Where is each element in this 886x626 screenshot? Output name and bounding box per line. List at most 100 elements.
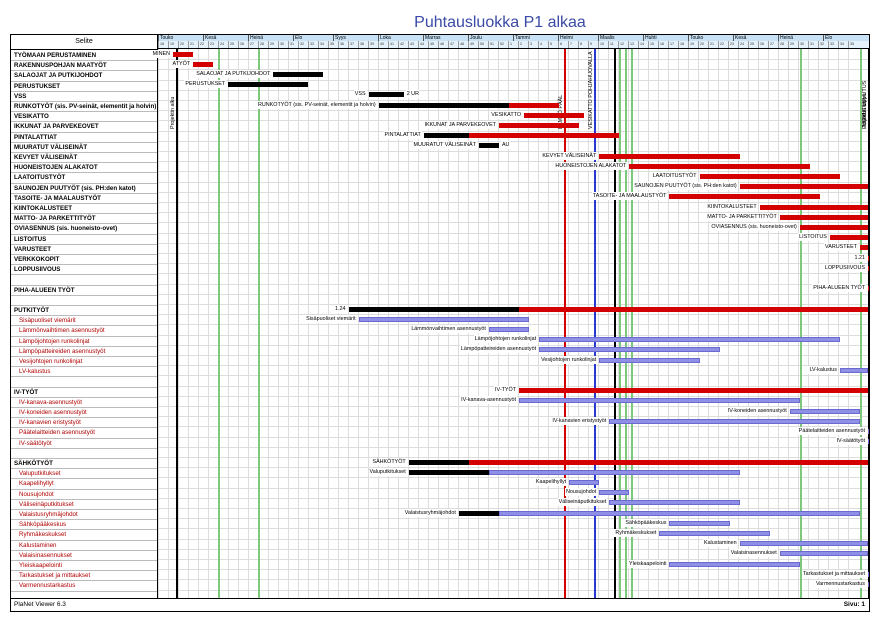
week-tick: 34 bbox=[318, 41, 328, 48]
week-tick: 24 bbox=[738, 41, 748, 48]
task-list: TYÖMAAN PERUSTAMINEN RAKENNUSPOHJAN MAATY… bbox=[11, 50, 158, 599]
task-bar bbox=[478, 143, 499, 149]
milestone-label: Projektin alku bbox=[170, 96, 177, 129]
task-bar bbox=[868, 255, 869, 261]
green-marker-line bbox=[799, 49, 802, 599]
week-tick: 10 bbox=[598, 41, 608, 48]
row-divider bbox=[158, 497, 869, 499]
task-bar bbox=[609, 418, 860, 424]
task-label: Valaisinasennukset bbox=[19, 551, 72, 559]
week-tick: 48 bbox=[458, 41, 468, 48]
task-label: IV-koneiden asennustyöt bbox=[19, 409, 87, 416]
task-label: MUURATUT VÄLISEINÄT bbox=[14, 143, 88, 151]
task-label: OVIASENNUS (sis. huoneisto-ovet) bbox=[14, 225, 118, 233]
task-label: VARUSTEET bbox=[14, 245, 52, 253]
task-label: VERKKOKOPIT bbox=[14, 256, 60, 263]
task-bar bbox=[739, 541, 868, 547]
week-tick: 9 bbox=[588, 41, 598, 48]
task-bar-label: Väliseinäputkitukset bbox=[557, 498, 608, 507]
task-bar-label: MUURATUT VÄLISEINÄT bbox=[412, 141, 477, 150]
row-divider bbox=[158, 518, 869, 520]
task-label: Väliseinäputkitukset bbox=[19, 500, 74, 508]
task-bar-label: IV-TYÖT bbox=[494, 386, 518, 395]
row-divider bbox=[158, 355, 869, 356]
task-bar bbox=[228, 82, 309, 88]
row-divider bbox=[158, 253, 869, 254]
task-label: LOPPUSIIVOUS bbox=[14, 266, 61, 274]
task-bar-label: LISTOITUS bbox=[798, 233, 828, 242]
row-divider bbox=[11, 590, 157, 592]
task-label: Sähköpääkeskus bbox=[19, 521, 67, 529]
task-bar-label: Lämpöpatteireiden asennustyöt bbox=[459, 345, 538, 354]
task-bar-label: Nousujohdot bbox=[564, 488, 598, 497]
week-tick: 23 bbox=[728, 41, 738, 48]
task-bar bbox=[539, 337, 840, 343]
task-bar bbox=[378, 102, 509, 108]
week-tick: 31 bbox=[808, 41, 818, 48]
task-bar-label: Varmennustarkastus bbox=[814, 579, 866, 588]
task-bar bbox=[868, 286, 869, 292]
week-tick: 21 bbox=[188, 41, 198, 48]
task-bar-label: Sisäpuoliset viemärit bbox=[305, 314, 357, 323]
task-label: PERUSTUKSET bbox=[14, 82, 61, 90]
week-tick: 16 bbox=[658, 41, 668, 48]
task-bar bbox=[629, 163, 810, 169]
task-label: Lämmönvaihtimen asennustyöt bbox=[19, 327, 105, 335]
task-bar-label: Valuputkitukset bbox=[368, 467, 407, 476]
task-bar bbox=[829, 235, 868, 241]
task-bar-label: VARUSTEET bbox=[824, 243, 858, 252]
task-bar bbox=[799, 224, 868, 230]
task-bar-label: KIINTOKALUSTEET bbox=[706, 202, 758, 211]
task-bar-label: Lämmönvaihtimen asennustyöt bbox=[410, 324, 487, 333]
green-marker-line bbox=[859, 49, 862, 599]
task-bar bbox=[599, 153, 740, 159]
task-bar bbox=[739, 184, 868, 190]
task-bar bbox=[669, 194, 820, 200]
task-bar-label: Kaapelihyllyt bbox=[534, 477, 568, 486]
task-bar-label: RUNKOTYÖT (sis. PV-seinät, elementit ja … bbox=[256, 100, 377, 109]
task-bar-label: MATTO- JA PARKETTITYÖT bbox=[706, 212, 778, 221]
task-label: SÄHKÖTYÖT bbox=[14, 460, 53, 467]
week-tick: 11 bbox=[608, 41, 618, 48]
task-label: LISTOITUS bbox=[14, 235, 47, 243]
task-bar bbox=[779, 551, 868, 557]
task-label: Valaistusryhmäjohdot bbox=[19, 511, 78, 518]
task-bar-label: LOPPUSIIVOUS bbox=[823, 263, 866, 272]
task-label: Sisäpuoliset viemärit bbox=[19, 317, 76, 325]
row-divider bbox=[158, 130, 869, 132]
task-bar bbox=[669, 561, 800, 567]
row-divider bbox=[158, 324, 869, 326]
week-tick: 1 bbox=[508, 41, 518, 48]
task-bar bbox=[539, 347, 720, 353]
task-bar bbox=[868, 571, 869, 577]
task-bar-label: LAATOITUSTYÖT bbox=[651, 171, 698, 180]
week-tick: 25 bbox=[748, 41, 758, 48]
page-title: Puhtausluokka P1 alkaa bbox=[414, 14, 586, 31]
task-bar-label: Yleiskaapelointi bbox=[627, 559, 668, 568]
milestone-line bbox=[868, 49, 869, 599]
milestone-line bbox=[564, 49, 567, 599]
task-label: Yleiskaapelointi bbox=[19, 562, 62, 569]
task-label: IV-kanavien eristystyöt bbox=[19, 419, 81, 427]
task-label: HUONEISTOJEN ALAKATOT bbox=[14, 164, 98, 172]
task-label: RUNKOTYÖT (sis. PV-seinät, elementit ja … bbox=[14, 103, 156, 110]
task-bar bbox=[599, 490, 630, 496]
task-bar bbox=[408, 459, 469, 465]
task-bar bbox=[173, 51, 194, 57]
task-bar-label: PERUSTUKSET bbox=[184, 80, 227, 89]
gantt-chart: Projektin alkuLÄMPÖ PÄÄLVESIKATTO POHJAH… bbox=[151, 49, 869, 599]
task-label: KEVYET VÄLISEINÄT bbox=[14, 154, 78, 161]
task-label: IV-kanava-asennustyöt bbox=[19, 398, 82, 406]
week-tick: 20 bbox=[698, 41, 708, 48]
week-tick: 35 bbox=[328, 41, 338, 48]
task-label: PINTALATTIAT bbox=[14, 133, 57, 141]
week-tick: 43 bbox=[408, 41, 418, 48]
task-bar bbox=[868, 439, 869, 445]
green-marker-line bbox=[258, 49, 261, 599]
week-tick: 28 bbox=[258, 41, 268, 48]
row-divider bbox=[158, 508, 869, 509]
task-label: LV-kalustus bbox=[19, 368, 51, 376]
task-bar-label: Ryhmäkeskukset bbox=[614, 528, 658, 537]
task-label: IV-säätötyöt bbox=[19, 439, 52, 447]
week-tick: 45 bbox=[428, 41, 438, 48]
